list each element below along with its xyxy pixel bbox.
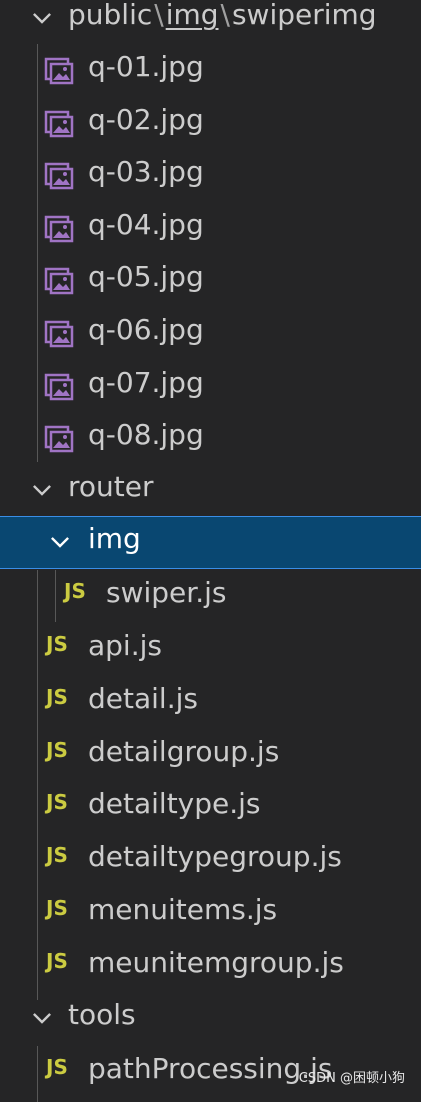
file-row-js[interactable]: JS detailgroup.js [0, 729, 421, 782]
file-label: menuitems.js [88, 893, 278, 926]
file-explorer-tree: public\img\swiperimg q-01.jpg q-02.jpg q-0… [0, 0, 421, 1102]
folder-row-router[interactable]: router [0, 464, 421, 517]
image-file-icon [44, 318, 74, 348]
file-label: q-06.jpg [88, 313, 204, 346]
file-row-js[interactable]: JS menuitems.js [0, 887, 421, 940]
folder-row-swiperimg[interactable]: public\img\swiperimg [0, 0, 421, 45]
file-label: swiper.js [106, 576, 227, 609]
file-row-image[interactable]: q-03.jpg [0, 149, 421, 202]
folder-row-img[interactable]: img [0, 516, 421, 569]
image-file-icon [44, 213, 74, 243]
file-row-image[interactable]: q-05.jpg [0, 254, 421, 307]
file-label: q-08.jpg [88, 418, 204, 452]
file-label: detailtypegroup.js [88, 840, 342, 874]
file-label: detailgroup.js [88, 734, 280, 768]
file-row-image[interactable]: q-06.jpg [0, 307, 421, 360]
file-label: q-02.jpg [88, 102, 204, 136]
path-separator: \ [154, 0, 164, 31]
js-file-icon: JS [46, 896, 68, 920]
file-label: detail.js [88, 681, 198, 715]
chevron-down-icon[interactable] [28, 476, 56, 504]
file-label: q-07.jpg [88, 365, 204, 399]
js-file-icon: JS [46, 632, 68, 656]
image-file-icon [44, 423, 74, 453]
js-file-icon: JS [46, 737, 68, 762]
chevron-down-icon[interactable] [28, 4, 56, 32]
image-file-icon [44, 265, 74, 295]
file-row-image[interactable]: q-02.jpg [0, 97, 421, 150]
file-label: pathProcessing.js [88, 1052, 333, 1085]
path-separator: \ [220, 0, 230, 31]
file-label: q-01.jpg [88, 50, 204, 83]
file-row-js[interactable]: JS meunitemgroup.js [0, 940, 421, 993]
path-segment-swiperimg[interactable]: swiperimg [232, 0, 377, 31]
image-file-icon [44, 108, 74, 138]
folder-label-tools: tools [68, 998, 136, 1031]
chevron-down-icon[interactable] [46, 528, 74, 556]
file-label: meunitemgroup.js [88, 945, 344, 979]
folder-label-img: img [88, 522, 141, 555]
file-row-image[interactable]: q-08.jpg [0, 412, 421, 465]
js-file-icon: JS [46, 1055, 68, 1079]
file-label: detailtype.js [88, 787, 261, 821]
js-file-icon: JS [46, 843, 68, 868]
breadcrumb-folder-label: public\img\swiperimg [68, 0, 377, 31]
file-row-js[interactable]: JS detailtypegroup.js [0, 834, 421, 887]
file-row-js[interactable]: JS detailtype.js [0, 781, 421, 834]
file-row-image[interactable]: q-04.jpg [0, 202, 421, 255]
folder-label-router: router [68, 470, 154, 503]
file-row-js[interactable]: JS detail.js [0, 676, 421, 729]
file-label: q-04.jpg [88, 207, 204, 241]
watermark: CSDN @困顿小狗 [298, 1071, 405, 1086]
image-file-icon [44, 55, 74, 85]
chevron-down-icon[interactable] [28, 1004, 56, 1032]
image-file-icon [44, 371, 74, 401]
file-label: q-05.jpg [88, 260, 204, 294]
file-label: api.js [88, 629, 162, 662]
folder-row-tools[interactable]: tools [0, 992, 421, 1045]
js-file-icon: JS [46, 684, 68, 709]
js-file-icon: JS [64, 579, 86, 603]
js-file-icon: JS [46, 790, 68, 815]
js-file-icon: JS [46, 948, 68, 973]
path-segment-img[interactable]: img [166, 0, 219, 31]
image-file-icon [44, 160, 74, 190]
file-row-swiper-js[interactable]: JS swiper.js [0, 570, 421, 623]
file-row-js[interactable]: JS api.js [0, 623, 421, 676]
file-label: q-03.jpg [88, 155, 204, 189]
path-segment-public[interactable]: public [68, 0, 152, 31]
file-row-image[interactable]: q-01.jpg [0, 44, 421, 97]
file-row-image[interactable]: q-07.jpg [0, 360, 421, 413]
